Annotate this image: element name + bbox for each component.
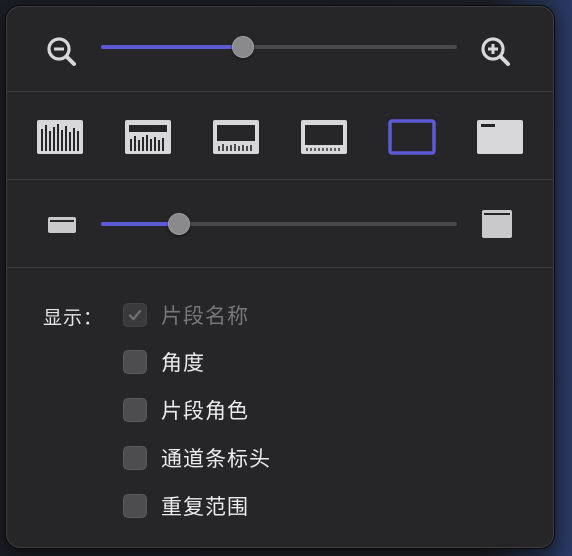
filmstrip-only-icon bbox=[388, 119, 436, 155]
magnifier-plus-icon[interactable] bbox=[479, 35, 513, 69]
clip-names-option: 片段名称 bbox=[123, 300, 249, 330]
checkmark-icon bbox=[128, 309, 142, 321]
clip-roles-checkbox[interactable] bbox=[123, 398, 147, 422]
divider bbox=[7, 91, 553, 92]
clip-names-label: 片段名称 bbox=[161, 304, 249, 328]
waveform-large-icon bbox=[37, 120, 83, 154]
divider bbox=[7, 267, 553, 268]
zoom-slider-fill bbox=[101, 45, 244, 49]
clip-height-slider[interactable] bbox=[101, 213, 457, 235]
clip-height-large-icon[interactable] bbox=[481, 209, 513, 239]
clip-appearance-waveform-small-button[interactable] bbox=[211, 117, 261, 157]
clip-roles-option: 片段角色 bbox=[123, 395, 249, 425]
clip-appearance-filmstrip-waveform-button[interactable] bbox=[299, 117, 349, 157]
clip-appearance-waveform-large-button[interactable] bbox=[35, 117, 85, 157]
lane-headers-checkbox[interactable] bbox=[123, 446, 147, 470]
angles-checkbox[interactable] bbox=[123, 350, 147, 374]
filmstrip-waveform-small-icon bbox=[301, 120, 347, 154]
duplicate-ranges-option: 重复范围 bbox=[123, 491, 249, 521]
clip-height-slider-thumb[interactable] bbox=[168, 213, 191, 235]
zoom-slider[interactable] bbox=[101, 36, 457, 58]
clip-appearance-name-only-button[interactable] bbox=[475, 117, 525, 157]
angles-option: 角度 bbox=[123, 347, 205, 377]
clip-appearance-filmstrip-only-button[interactable] bbox=[387, 117, 437, 157]
waveform-small-icon bbox=[213, 120, 259, 154]
clip-roles-label: 片段角色 bbox=[161, 399, 249, 423]
angles-label: 角度 bbox=[161, 351, 205, 375]
clip-height-small-icon[interactable] bbox=[47, 216, 77, 234]
timeline-appearance-popover: 显示： 片段名称 角度 片段角色 通道条标头 重复范围 bbox=[6, 6, 554, 548]
duplicate-ranges-label: 重复范围 bbox=[161, 495, 249, 519]
clip-names-checkbox[interactable] bbox=[123, 303, 147, 327]
lane-headers-option: 通道条标头 bbox=[123, 443, 271, 473]
clip-appearance-waveform-medium-button[interactable] bbox=[123, 117, 173, 157]
name-only-icon bbox=[477, 120, 523, 154]
waveform-medium-icon bbox=[125, 120, 171, 154]
display-label: 显示： bbox=[43, 307, 104, 329]
duplicate-ranges-checkbox[interactable] bbox=[123, 494, 147, 518]
magnifier-minus-icon[interactable] bbox=[45, 35, 79, 69]
divider bbox=[7, 179, 553, 180]
zoom-slider-thumb[interactable] bbox=[232, 36, 255, 58]
lane-headers-label: 通道条标头 bbox=[161, 447, 271, 471]
